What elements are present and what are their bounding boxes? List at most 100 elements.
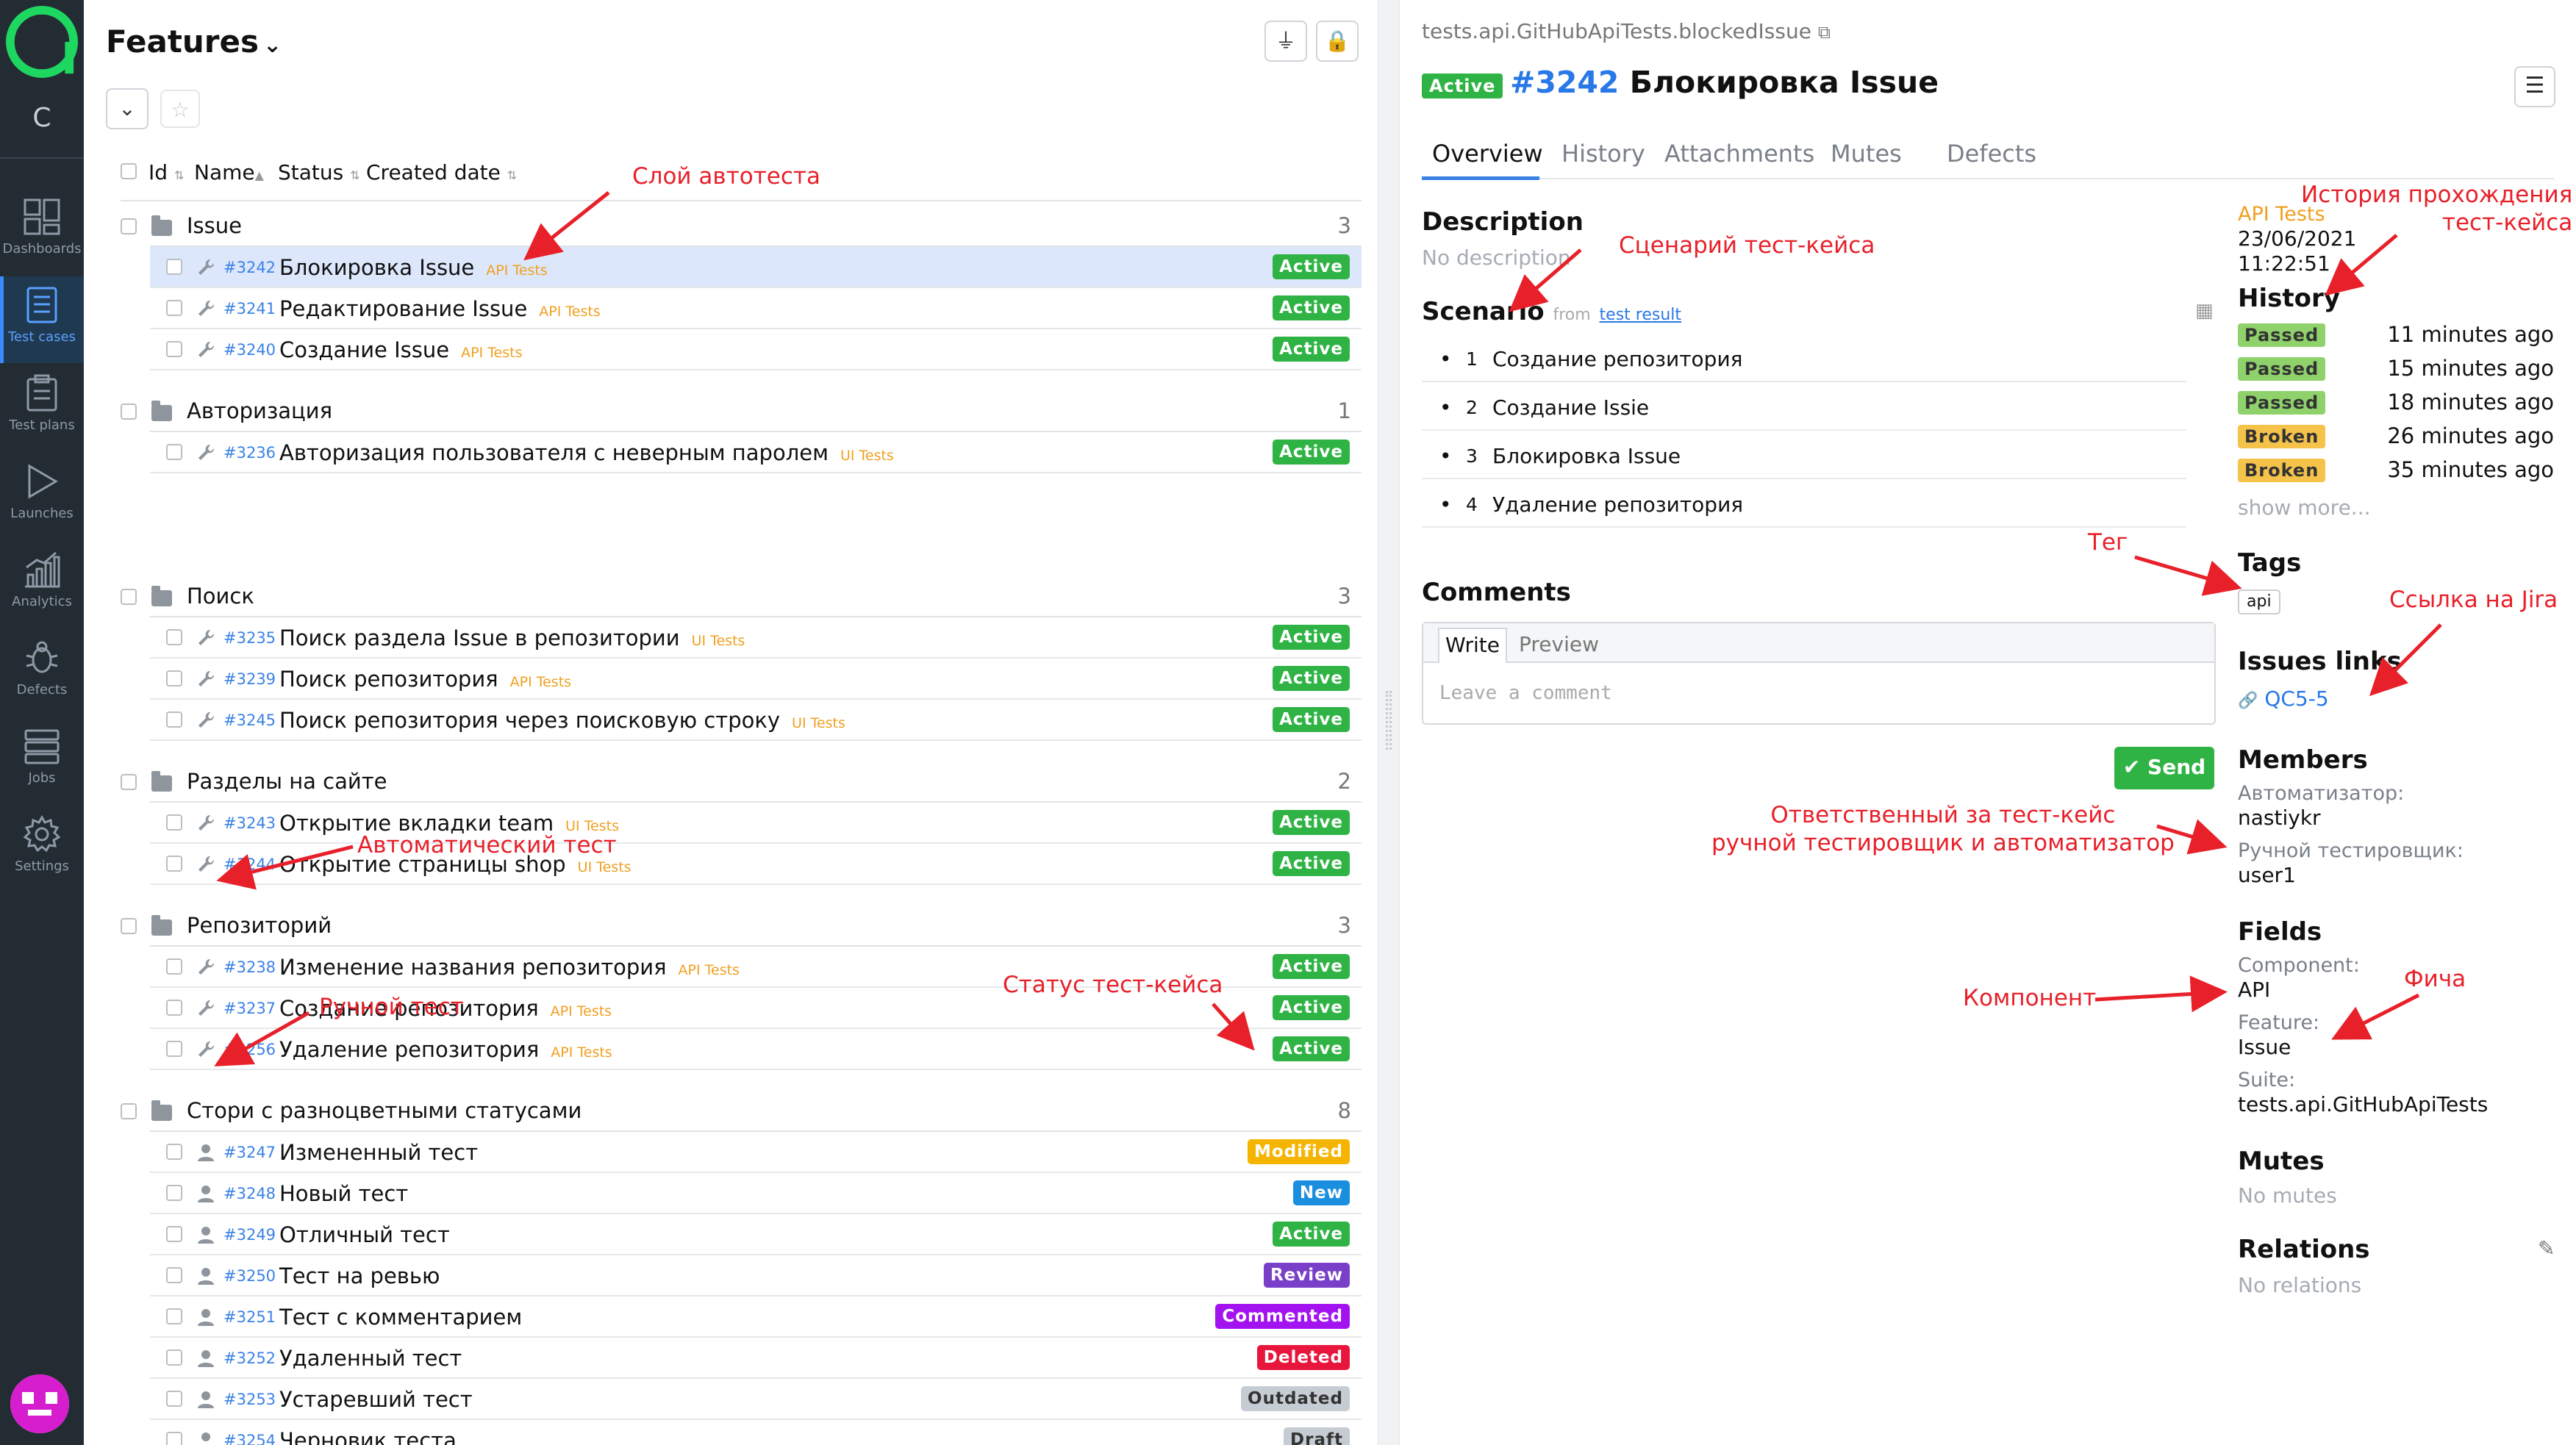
test-case-row[interactable]: #3248 Новый тест New <box>150 1173 1362 1214</box>
lock-button[interactable]: 🔒 <box>1316 21 1359 62</box>
test-case-id[interactable]: #3236 <box>223 444 276 462</box>
group-name[interactable]: Issue <box>187 213 242 238</box>
test-case-id[interactable]: #3254 <box>223 1432 276 1445</box>
test-case-row[interactable]: #3235 Поиск раздела Issue в репозитории UI… <box>150 617 1362 659</box>
column-name[interactable]: Name▲ <box>194 160 264 184</box>
tag-chip[interactable]: api <box>2238 589 2280 614</box>
test-case-row[interactable]: #3242 Блокировка Issue API Tests Active <box>150 247 1362 288</box>
test-case-row[interactable]: #3250 Тест на ревью Review <box>150 1255 1362 1297</box>
test-case-id[interactable]: #3238 <box>223 958 276 976</box>
group-checkbox[interactable] <box>121 918 137 934</box>
bulk-actions-button[interactable]: ⌄ <box>106 88 149 129</box>
test-case-id[interactable]: #3237 <box>223 1000 276 1017</box>
row-checkbox[interactable] <box>166 1391 182 1407</box>
filter-button[interactable]: ⏚ <box>1264 21 1307 62</box>
test-case-id[interactable]: #3242 <box>223 259 276 276</box>
row-checkbox[interactable] <box>166 1185 182 1201</box>
row-checkbox[interactable] <box>166 629 182 645</box>
chevron-down-icon[interactable]: ⌄ <box>263 32 282 58</box>
show-more-link[interactable]: show more... <box>2238 495 2371 520</box>
test-case-row[interactable]: #3252 Удаленный тест Deleted <box>150 1338 1362 1379</box>
history-status-badge[interactable]: Broken <box>2238 459 2326 482</box>
issue-link[interactable]: 🔗 QC5-5 <box>2238 686 2329 711</box>
test-case-id[interactable]: #3250 <box>223 1267 276 1285</box>
tab-attachments[interactable]: Attachments <box>1664 140 1814 168</box>
test-case-id[interactable]: #3253 <box>223 1391 276 1408</box>
comment-preview-tab[interactable]: Preview <box>1519 632 1599 656</box>
row-checkbox[interactable] <box>166 1267 182 1283</box>
test-case-row[interactable]: #3239 Поиск репозитория API Tests Active <box>150 659 1362 700</box>
test-case-row[interactable]: #3240 Создание Issue API Tests Active <box>150 329 1362 370</box>
column-id[interactable]: Id ⇅ <box>149 160 184 184</box>
row-checkbox[interactable] <box>166 670 182 686</box>
row-checkbox[interactable] <box>166 1349 182 1366</box>
user-avatar[interactable] <box>10 1374 69 1433</box>
test-case-row[interactable]: #3249 Отличный тест Active <box>150 1214 1362 1255</box>
row-checkbox[interactable] <box>166 1041 182 1057</box>
test-case-id[interactable]: #3241 <box>223 300 276 318</box>
test-case-id[interactable]: #3240 <box>223 341 276 359</box>
row-checkbox[interactable] <box>166 1226 182 1242</box>
row-checkbox[interactable] <box>166 711 182 728</box>
sidebar-item-launches[interactable]: Launches <box>0 453 84 539</box>
test-case-id[interactable]: #3245 <box>223 711 276 729</box>
pane-resizer[interactable] <box>1378 0 1400 1445</box>
row-checkbox[interactable] <box>166 300 182 316</box>
copy-icon[interactable]: ⧉ <box>1818 22 1831 43</box>
favorite-button[interactable]: ☆ <box>160 90 200 128</box>
group-name[interactable]: Стори с разноцветными статусами <box>187 1098 582 1123</box>
tab-overview[interactable]: Overview <box>1432 140 1543 168</box>
test-case-id[interactable]: #3256 <box>223 1041 276 1058</box>
sidebar-item-test-cases[interactable]: Test cases <box>0 276 84 363</box>
group-name[interactable]: Разделы на сайте <box>187 769 387 794</box>
sidebar-item-dashboards[interactable]: Dashboards <box>0 188 84 275</box>
row-checkbox[interactable] <box>166 1000 182 1016</box>
test-case-id[interactable]: #3252 <box>223 1349 276 1367</box>
group-checkbox[interactable] <box>121 774 137 790</box>
test-case-id[interactable]: #3249 <box>223 1226 276 1244</box>
sidebar-item-defects[interactable]: Defects <box>0 629 84 716</box>
test-case-id[interactable]: #3235 <box>223 629 276 647</box>
edit-relations-icon[interactable]: ✎ <box>2538 1236 2555 1261</box>
allure-logo[interactable] <box>6 6 78 78</box>
test-case-id[interactable]: #3248 <box>223 1185 276 1202</box>
sidebar-item-test-plans[interactable]: Test plans <box>0 365 84 451</box>
row-checkbox[interactable] <box>166 259 182 275</box>
comment-input[interactable]: Leave a comment <box>1439 682 1612 704</box>
sidebar-item-jobs[interactable]: Jobs <box>0 717 84 804</box>
tree-title[interactable]: Features ⌄ <box>106 24 282 60</box>
menu-button[interactable]: ☰ <box>2514 66 2555 107</box>
send-button[interactable]: ✔ Send <box>2114 747 2214 789</box>
group-checkbox[interactable] <box>121 589 137 605</box>
test-case-id[interactable]: #3239 <box>223 670 276 688</box>
group-checkbox[interactable] <box>121 404 137 420</box>
test-case-row[interactable]: #3245 Поиск репозитория через поисковую с… <box>150 700 1362 741</box>
scenario-layout-icon[interactable]: ▦ <box>2195 300 2214 322</box>
history-status-badge[interactable]: Passed <box>2238 391 2326 415</box>
group-name[interactable]: Репозиторий <box>187 913 332 938</box>
test-case-row[interactable]: #3241 Редактирование Issue API Tests Active <box>150 288 1362 329</box>
row-checkbox[interactable] <box>166 1432 182 1445</box>
scenario-source-link[interactable]: test result <box>1600 306 1681 324</box>
select-all-checkbox[interactable] <box>121 163 137 179</box>
row-checkbox[interactable] <box>166 814 182 831</box>
test-case-row[interactable]: #3244 Открытие страницы shop UI Tests Activ… <box>150 844 1362 885</box>
test-case-id[interactable]: #3251 <box>223 1308 276 1326</box>
history-status-badge[interactable]: Passed <box>2238 323 2326 347</box>
project-switcher[interactable]: C <box>0 103 84 133</box>
sidebar-item-analytics[interactable]: Analytics <box>0 541 84 628</box>
column-created-date[interactable]: Created date ⇅ <box>366 160 517 184</box>
history-status-badge[interactable]: Passed <box>2238 357 2326 381</box>
comment-write-tab[interactable]: Write <box>1438 628 1507 663</box>
test-case-row[interactable]: #3243 Открытие вкладки team UI Tests Active <box>150 803 1362 844</box>
tab-defects[interactable]: Defects <box>1947 140 2036 168</box>
row-checkbox[interactable] <box>166 1308 182 1324</box>
test-case-row[interactable]: #3251 Тест с комментарием Commented <box>150 1297 1362 1338</box>
test-case-row[interactable]: #3236 Авторизация пользователя с неверным… <box>150 432 1362 473</box>
group-checkbox[interactable] <box>121 1103 137 1119</box>
test-case-row[interactable]: #3254 Черновик теста Draft <box>150 1420 1362 1445</box>
row-checkbox[interactable] <box>166 856 182 872</box>
test-case-row[interactable]: #3253 Устаревший тест Outdated <box>150 1379 1362 1420</box>
test-case-row[interactable]: #3256 Удаление репозитория API Tests Active <box>150 1029 1362 1070</box>
group-checkbox[interactable] <box>121 218 137 234</box>
